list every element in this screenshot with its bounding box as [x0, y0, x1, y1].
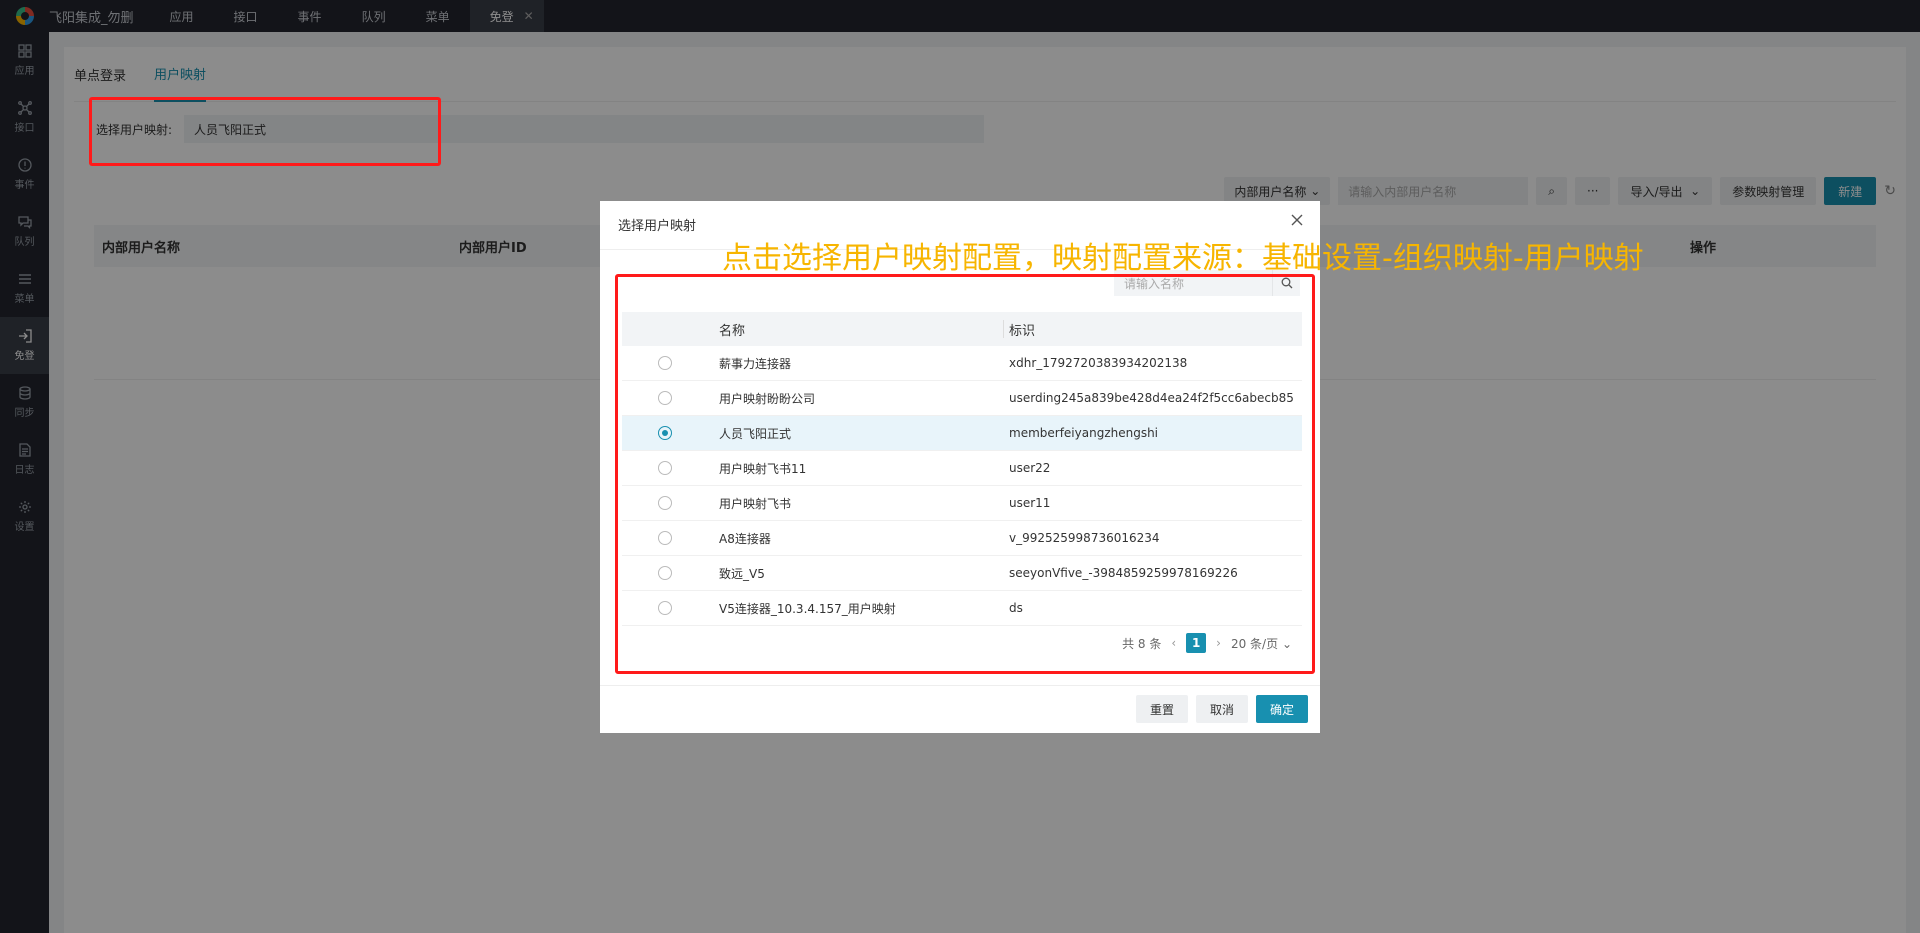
- annotation-box-table: [615, 274, 1315, 674]
- modal-title: 选择用户映射: [618, 219, 697, 234]
- divider: [600, 685, 1320, 686]
- modal-footer: 重置 取消 确定: [1135, 695, 1308, 723]
- close-icon[interactable]: [1288, 211, 1306, 229]
- annotation-text: 点击选择用户映射配置，映射配置来源：基础设置-组织映射-用户映射: [722, 241, 1644, 276]
- confirm-button[interactable]: 确定: [1255, 695, 1308, 723]
- reset-button[interactable]: 重置: [1135, 695, 1188, 723]
- annotation-box-field: [89, 97, 441, 166]
- cancel-button[interactable]: 取消: [1195, 695, 1248, 723]
